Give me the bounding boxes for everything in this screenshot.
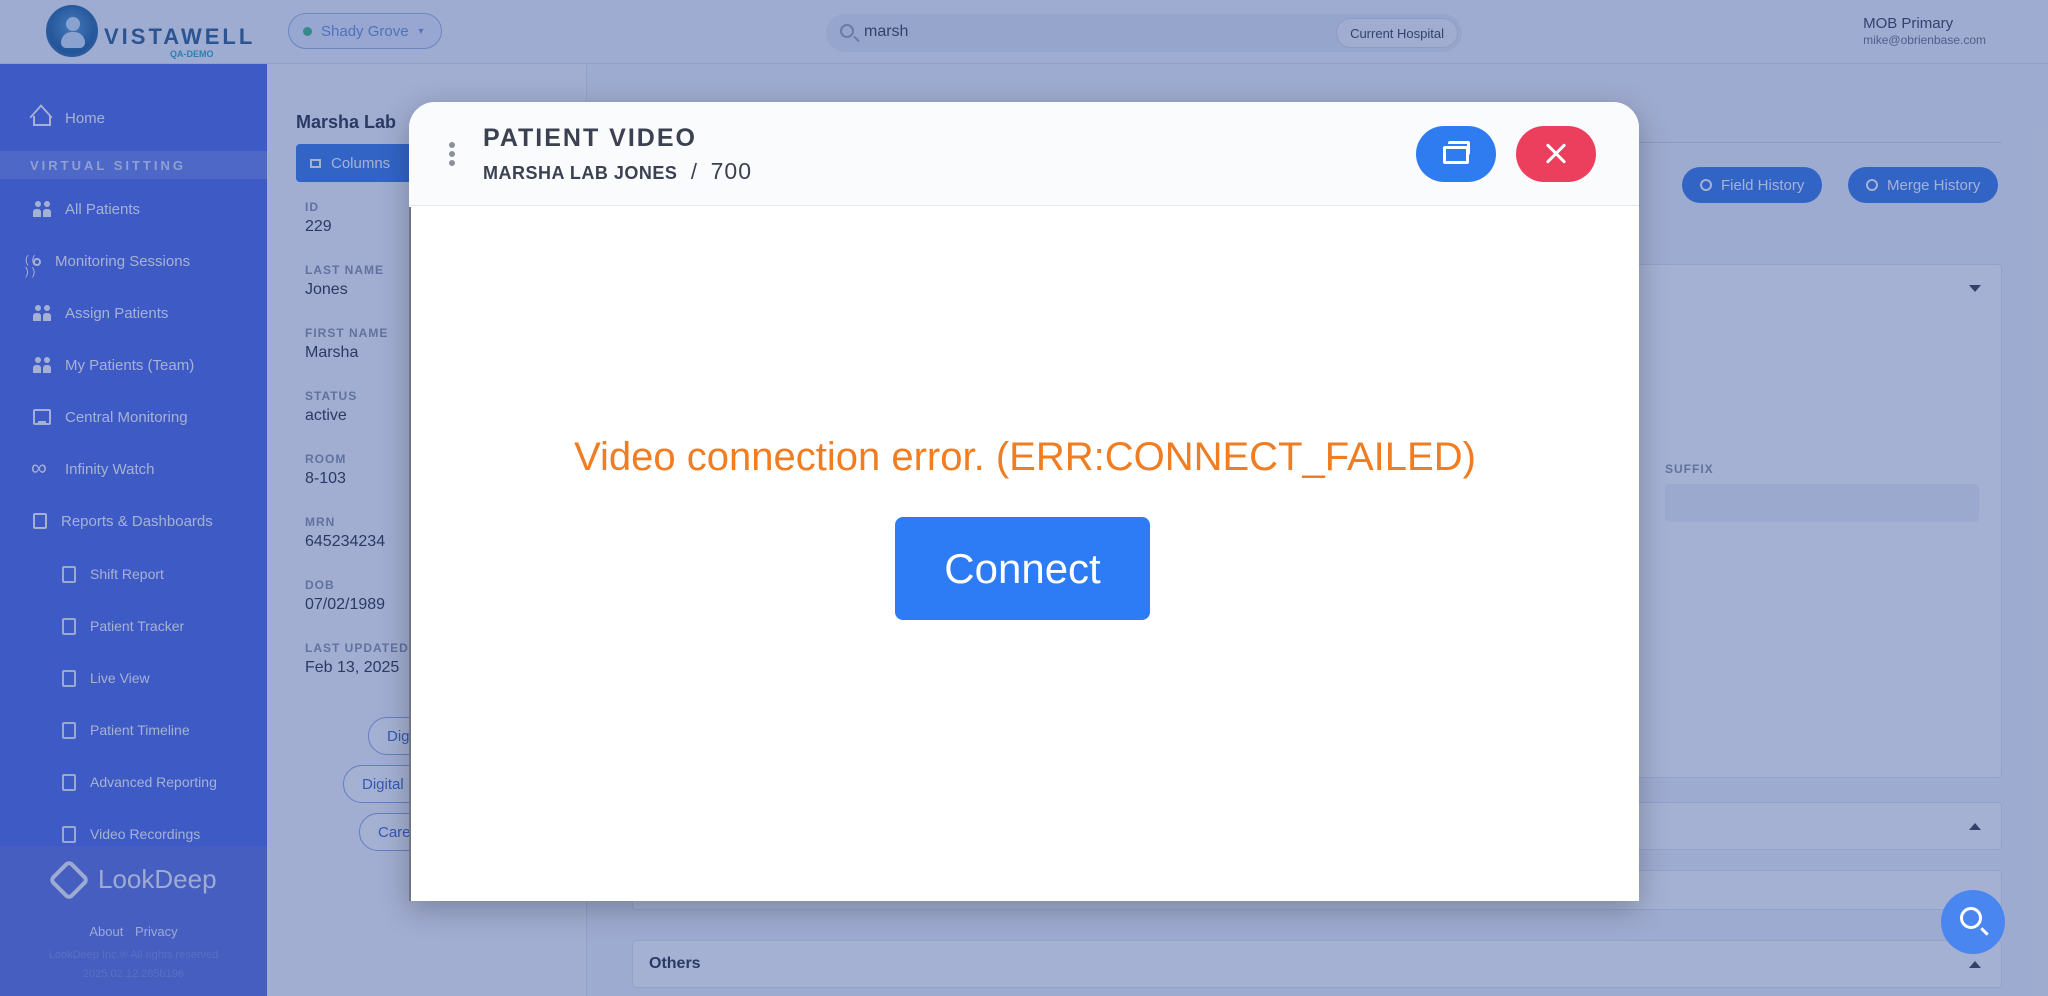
separator: /: [690, 159, 698, 184]
window-icon-front: [1443, 146, 1469, 164]
popout-window-button[interactable]: [1416, 126, 1496, 182]
video-error-message: Video connection error. (ERR:CONNECT_FAI…: [574, 435, 1476, 479]
search-icon: [1960, 907, 1982, 929]
room-number: 700: [710, 158, 752, 184]
modal-title: PATIENT VIDEO: [483, 124, 697, 152]
help-search-button[interactable]: [1941, 890, 2005, 954]
connect-button[interactable]: Connect: [895, 517, 1150, 620]
video-area: Video connection error. (ERR:CONNECT_FAI…: [409, 207, 1639, 901]
modal-header: PATIENT VIDEO MARSHA LAB JONES / 700: [409, 102, 1639, 206]
patient-name: MARSHA LAB JONES: [483, 163, 678, 183]
more-options-icon[interactable]: [449, 142, 455, 166]
modal-subtitle: MARSHA LAB JONES / 700: [483, 158, 752, 185]
patient-video-modal: PATIENT VIDEO MARSHA LAB JONES / 700 Vid…: [409, 102, 1639, 901]
close-button[interactable]: [1516, 126, 1596, 182]
